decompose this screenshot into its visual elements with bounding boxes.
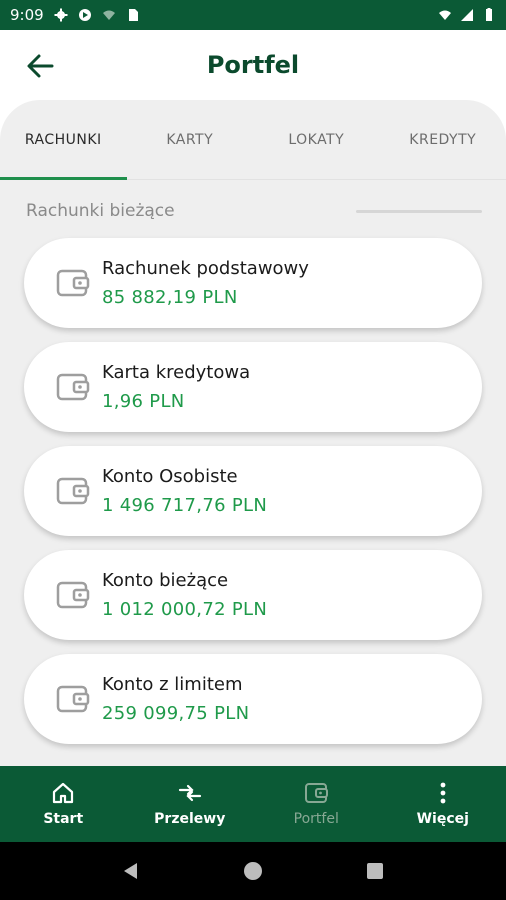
tab-lokaty[interactable]: LOKATY <box>253 100 380 179</box>
account-balance: 259 099,75 PLN <box>102 703 250 724</box>
account-card[interactable]: Rachunek podstawowy 85 882,19 PLN <box>24 238 482 328</box>
triangle-back-icon <box>124 863 137 879</box>
account-name: Konto bieżące <box>102 570 229 591</box>
nav-portfel[interactable]: Portfel <box>253 766 380 842</box>
nav-start[interactable]: Start <box>0 766 127 842</box>
wifi-off-icon <box>102 10 115 20</box>
square-recents-icon <box>367 863 383 879</box>
wallet-icon <box>54 576 92 614</box>
nav-przelewy-label: Przelewy <box>154 811 226 827</box>
system-navigation-bar <box>0 842 506 900</box>
app-bar: Portfel <box>0 30 506 100</box>
shield-icon <box>78 9 91 21</box>
status-bar: 9:09 <box>0 0 506 30</box>
transfer-icon <box>178 784 201 802</box>
section-title: Rachunki bieżące <box>26 201 175 221</box>
circle-home-icon <box>244 862 262 880</box>
account-name: Karta kredytowa <box>102 362 251 383</box>
account-card[interactable]: Konto bieżące 1 012 000,72 PLN <box>24 550 482 640</box>
page-title: Portfel <box>206 51 300 79</box>
section-header: Rachunki bieżące <box>26 196 482 226</box>
status-time: 9:09 <box>10 6 44 24</box>
system-recents-button[interactable] <box>360 856 390 886</box>
account-balance: 85 882,19 PLN <box>102 287 238 308</box>
account-name: Konto z limitem <box>102 674 243 695</box>
system-back-button[interactable] <box>116 856 146 886</box>
nav-wiecej[interactable]: Więcej <box>380 766 506 842</box>
nav-start-label: Start <box>43 811 84 827</box>
account-name: Rachunek podstawowy <box>102 258 309 279</box>
wallet-icon <box>54 264 92 302</box>
sim-card-icon <box>128 9 138 21</box>
home-icon <box>53 782 74 804</box>
system-home-button[interactable] <box>238 856 268 886</box>
account-balance: 1 496 717,76 PLN <box>102 495 268 516</box>
more-vertical-icon <box>440 782 446 804</box>
signal-icon <box>461 9 473 21</box>
nav-portfel-label: Portfel <box>293 811 339 827</box>
bottom-navigation: Start Przelewy Portfel Więcej <box>0 766 506 842</box>
settings-icon <box>54 8 68 22</box>
wallet-icon <box>54 680 92 718</box>
nav-wiecej-label: Więcej <box>416 811 469 827</box>
section-divider <box>356 209 482 213</box>
wallet-icon <box>54 368 92 406</box>
arrow-left-icon <box>27 54 54 78</box>
tab-kredyty[interactable]: KREDYTY <box>380 100 506 179</box>
account-balance: 1,96 PLN <box>102 391 185 412</box>
account-card[interactable]: Karta kredytowa 1,96 PLN <box>24 342 482 432</box>
battery-icon <box>486 8 492 21</box>
account-card[interactable]: Konto Osobiste 1 496 717,76 PLN <box>24 446 482 536</box>
back-button[interactable] <box>22 48 58 84</box>
tab-rachunki[interactable]: RACHUNKI <box>0 100 127 180</box>
tab-karty[interactable]: KARTY <box>127 100 254 179</box>
account-name: Konto Osobiste <box>102 466 238 487</box>
account-card[interactable]: Konto z limitem 259 099,75 PLN <box>24 654 482 744</box>
nav-przelewy[interactable]: Przelewy <box>127 766 254 842</box>
wifi-icon <box>439 10 451 20</box>
tab-bar: RACHUNKI KARTY LOKATY KREDYTY <box>0 100 506 180</box>
account-balance: 1 012 000,72 PLN <box>102 599 268 620</box>
wallet-icon <box>54 472 92 510</box>
wallet-icon <box>305 783 329 803</box>
account-list: Rachunek podstawowy 85 882,19 PLN Karta … <box>24 238 482 758</box>
